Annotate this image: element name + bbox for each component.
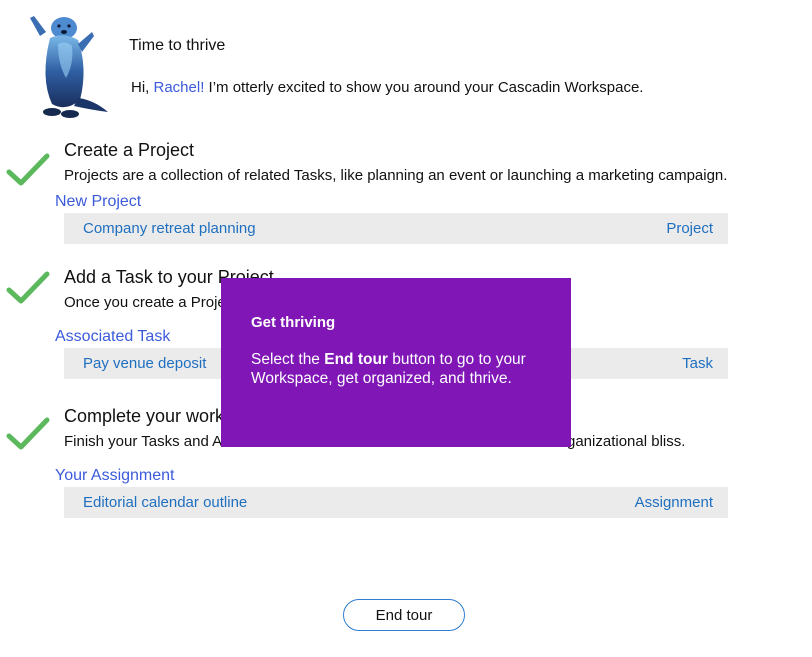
otter-mascot-illustration	[30, 16, 108, 118]
greeting-text: Hi, Rachel! I’m otterly excited to show …	[131, 79, 643, 96]
page-title: Time to thrive	[129, 37, 226, 54]
tooltip-title: Get thriving	[251, 314, 336, 331]
tour-tooltip: Get thriving Select the End tour button …	[221, 278, 571, 447]
step-title-complete-work: Complete your work	[64, 406, 225, 426]
checkmark-icon	[6, 271, 50, 304]
step-description-create-project: Projects are a collection of related Tas…	[64, 167, 728, 184]
your-assignment-label: Your Assignment	[55, 467, 175, 484]
task-type-label: Task	[682, 355, 713, 372]
user-name: Rachel!	[153, 79, 205, 96]
step-description-add-task: Once you create a Project	[64, 294, 238, 311]
assignment-type-label: Assignment	[634, 494, 713, 511]
task-name[interactable]: Pay venue deposit	[83, 355, 206, 372]
project-name[interactable]: Company retreat planning	[83, 220, 256, 237]
checkmark-icon	[6, 153, 50, 186]
associated-task-label: Associated Task	[55, 328, 171, 345]
greeting-prefix: Hi,	[131, 79, 154, 96]
project-item-row[interactable]: Company retreat planning Project	[64, 213, 728, 244]
end-tour-button[interactable]: End tour	[343, 599, 465, 631]
step-description-complete-work-end: ganizational bliss.	[567, 433, 686, 450]
step-description-complete-work: Finish your Tasks and A	[64, 433, 223, 450]
assignment-item-row[interactable]: Editorial calendar outline Assignment	[64, 487, 728, 518]
new-project-label: New Project	[55, 193, 142, 210]
step-title-create-project: Create a Project	[64, 140, 195, 160]
project-type-label: Project	[666, 220, 713, 237]
greeting-suffix: I’m otterly excited to show you around y…	[204, 79, 644, 96]
tooltip-body-prefix: Select the	[251, 351, 325, 368]
tooltip-body: Select the End tour button to go to your…	[251, 350, 541, 388]
assignment-name[interactable]: Editorial calendar outline	[83, 494, 247, 511]
checkmark-icon	[6, 417, 50, 450]
tooltip-body-bold: End tour	[324, 351, 388, 368]
